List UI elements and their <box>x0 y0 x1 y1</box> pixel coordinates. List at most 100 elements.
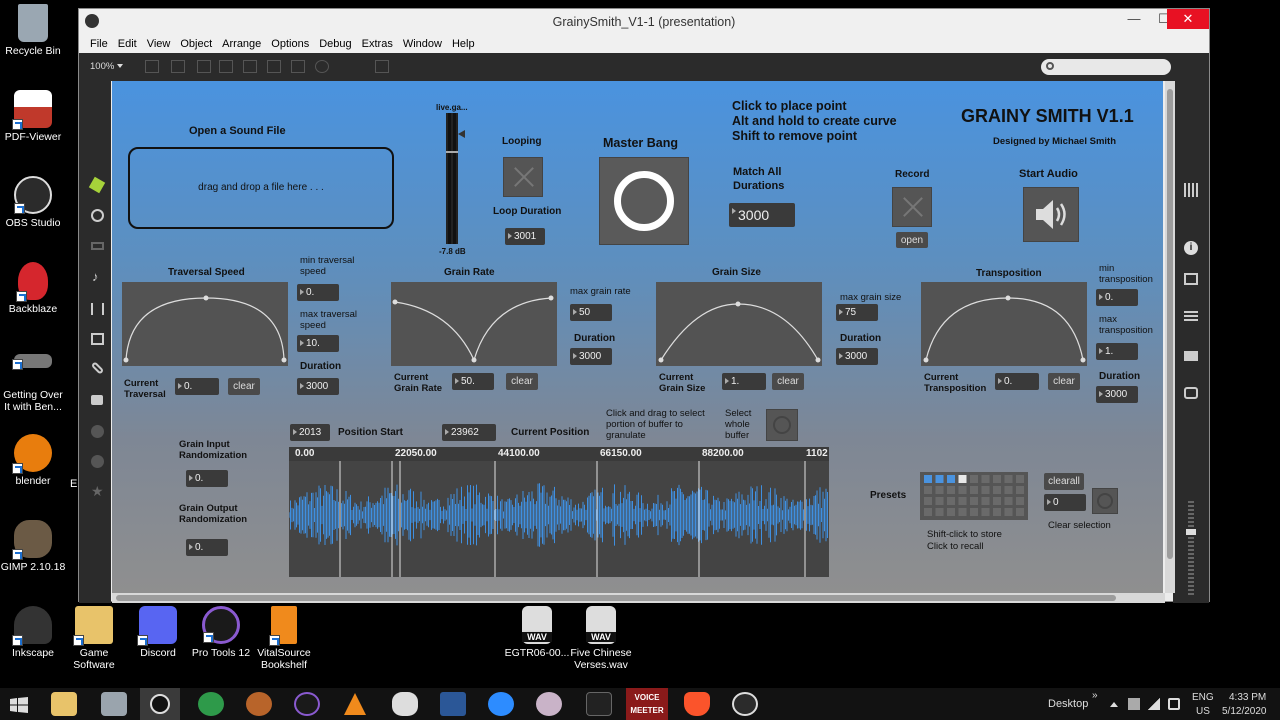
preset-slot[interactable] <box>924 475 932 483</box>
current-grain-size-number[interactable]: 1. <box>722 373 766 390</box>
menu-extras[interactable]: Extras <box>357 35 398 50</box>
close-button[interactable]: ✕ <box>1167 9 1209 29</box>
finale-icon[interactable] <box>246 692 272 716</box>
list-icon[interactable] <box>1184 311 1198 323</box>
desktop-icon-blender[interactable]: blender <box>0 434 66 487</box>
desktop-icon-vitalsource[interactable]: VitalSource Bookshelf <box>251 606 317 671</box>
calculator-icon[interactable] <box>101 692 127 716</box>
max-grain-rate-number[interactable]: 50 <box>570 304 612 321</box>
preset-number[interactable]: 0 <box>1044 494 1086 511</box>
pro-tools-taskbar-icon[interactable] <box>294 692 320 716</box>
current-grain-rate-number[interactable]: 50. <box>452 373 494 390</box>
grain-rate-duration-number[interactable]: 3000 <box>570 348 612 365</box>
traversal-speed-function[interactable] <box>122 282 288 366</box>
toolbar-tool-icon[interactable] <box>197 60 211 73</box>
traversal-clear-button[interactable]: clear <box>228 378 260 395</box>
preset-slot[interactable] <box>935 486 944 494</box>
clearall-button[interactable]: clearall <box>1044 473 1084 490</box>
record-toggle[interactable] <box>892 187 932 227</box>
preset-slot[interactable] <box>935 497 944 505</box>
zoom-dropdown-icon[interactable] <box>117 64 123 68</box>
clock-date[interactable]: 5/12/2020 <box>1222 706 1267 717</box>
traversal-duration-number[interactable]: 3000 <box>297 378 339 395</box>
minimize-button[interactable]: — <box>1119 9 1149 29</box>
transposition-function[interactable] <box>921 282 1087 366</box>
volume-slider-handle[interactable] <box>1186 529 1196 535</box>
preset-slot[interactable] <box>1016 497 1024 505</box>
menu-window[interactable]: Window <box>398 35 447 50</box>
music-note-icon[interactable]: ♪ <box>92 269 99 284</box>
preset-slot[interactable] <box>947 508 955 516</box>
desktop-icon-five-chinese-verses[interactable]: WAV Five Chinese Verses.wav <box>568 606 634 671</box>
file-drop-zone[interactable]: drag and drop a file here . . . <box>128 147 394 229</box>
toolbar-tool-icon[interactable] <box>171 60 185 73</box>
preset-slot[interactable] <box>1016 486 1024 494</box>
preset-grid[interactable] <box>920 472 1028 520</box>
word-icon[interactable] <box>440 692 466 716</box>
menu-edit[interactable]: Edit <box>113 35 142 50</box>
current-position-number[interactable]: 23962 <box>442 424 496 441</box>
waveform-display[interactable]: 0.00 22050.00 44100.00 66150.00 88200.00… <box>289 447 829 577</box>
help-icon[interactable] <box>91 455 104 468</box>
taskbar-max-active[interactable] <box>140 688 180 720</box>
preset-slot[interactable] <box>970 475 978 483</box>
menu-file[interactable]: File <box>79 35 113 50</box>
preset-slot[interactable] <box>924 508 932 516</box>
grid-icon[interactable] <box>1184 183 1198 197</box>
chrome-icon[interactable] <box>198 692 224 716</box>
master-bang-button[interactable] <box>599 157 689 245</box>
toolbar-tool-icon[interactable] <box>267 60 281 73</box>
volume-icon[interactable] <box>1168 698 1180 710</box>
preset-slot[interactable] <box>958 497 967 505</box>
preset-slot[interactable] <box>947 497 955 505</box>
clear-selection-button[interactable] <box>1092 488 1118 514</box>
ableton-icon[interactable] <box>586 692 612 716</box>
menu-arrange[interactable]: Arrange <box>217 35 266 50</box>
preset-slot[interactable] <box>1016 475 1024 483</box>
desktop-icon-discord[interactable]: Discord <box>125 606 191 659</box>
voicemeeter-icon[interactable]: VOICE MEETER <box>626 688 668 720</box>
preset-slot[interactable] <box>1004 486 1013 494</box>
gain-meter[interactable] <box>446 113 458 244</box>
match-durations-number[interactable]: 3000 <box>729 203 795 227</box>
max-transposition-number[interactable]: 1. <box>1096 343 1138 360</box>
desktop-icon-pro-tools[interactable]: Pro Tools 12 <box>188 606 254 659</box>
preset-slot[interactable] <box>947 486 955 494</box>
desktop-icon-backblaze[interactable]: Backblaze <box>0 262 66 315</box>
title-bar[interactable]: GrainySmith_V1-1 (presentation) — ☐ ✕ <box>79 9 1209 35</box>
transposition-clear-button[interactable]: clear <box>1048 373 1080 390</box>
preset-slot[interactable] <box>993 475 1001 483</box>
preset-slot[interactable] <box>958 475 967 483</box>
file-explorer-icon[interactable] <box>51 692 77 716</box>
preset-slot[interactable] <box>993 486 1001 494</box>
preset-slot[interactable] <box>1016 508 1024 516</box>
toolbar-tool-icon[interactable] <box>145 60 159 73</box>
toolbar-tool-icon[interactable] <box>291 60 305 73</box>
desktop-icon-gimp[interactable]: GIMP 2.10.18 <box>0 520 66 573</box>
package-icon[interactable] <box>91 425 104 438</box>
zoom-level[interactable]: 100% <box>90 61 114 72</box>
preset-slot[interactable] <box>958 486 967 494</box>
brave-icon[interactable] <box>684 692 710 716</box>
max-traversal-number[interactable]: 10. <box>297 335 339 352</box>
vlc-icon[interactable] <box>344 693 366 715</box>
loop-duration-number[interactable]: 3001 <box>505 228 545 245</box>
toolbar-tool-icon[interactable] <box>315 60 329 73</box>
preset-slot[interactable] <box>924 486 932 494</box>
grain-rate-function[interactable] <box>391 282 557 366</box>
image-icon[interactable] <box>91 333 104 345</box>
vertical-scrollbar[interactable] <box>1165 81 1175 593</box>
toolbar-tool-icon[interactable] <box>219 60 233 73</box>
book-icon[interactable] <box>1184 351 1198 361</box>
tray-app-icon[interactable] <box>1128 698 1140 710</box>
network-icon[interactable] <box>1148 698 1160 710</box>
toolbar-tool-icon[interactable] <box>243 60 257 73</box>
tray-overflow-icon[interactable] <box>1110 702 1118 707</box>
menu-debug[interactable]: Debug <box>314 35 356 50</box>
toolbar-expand-chevron[interactable]: » <box>1092 690 1098 701</box>
preset-slot[interactable] <box>970 497 978 505</box>
layout-icon[interactable] <box>1184 273 1198 285</box>
horizontal-scrollbar-thumb[interactable] <box>116 595 1116 601</box>
position-start-number[interactable]: 2013 <box>290 424 330 441</box>
target-icon[interactable] <box>91 209 104 222</box>
